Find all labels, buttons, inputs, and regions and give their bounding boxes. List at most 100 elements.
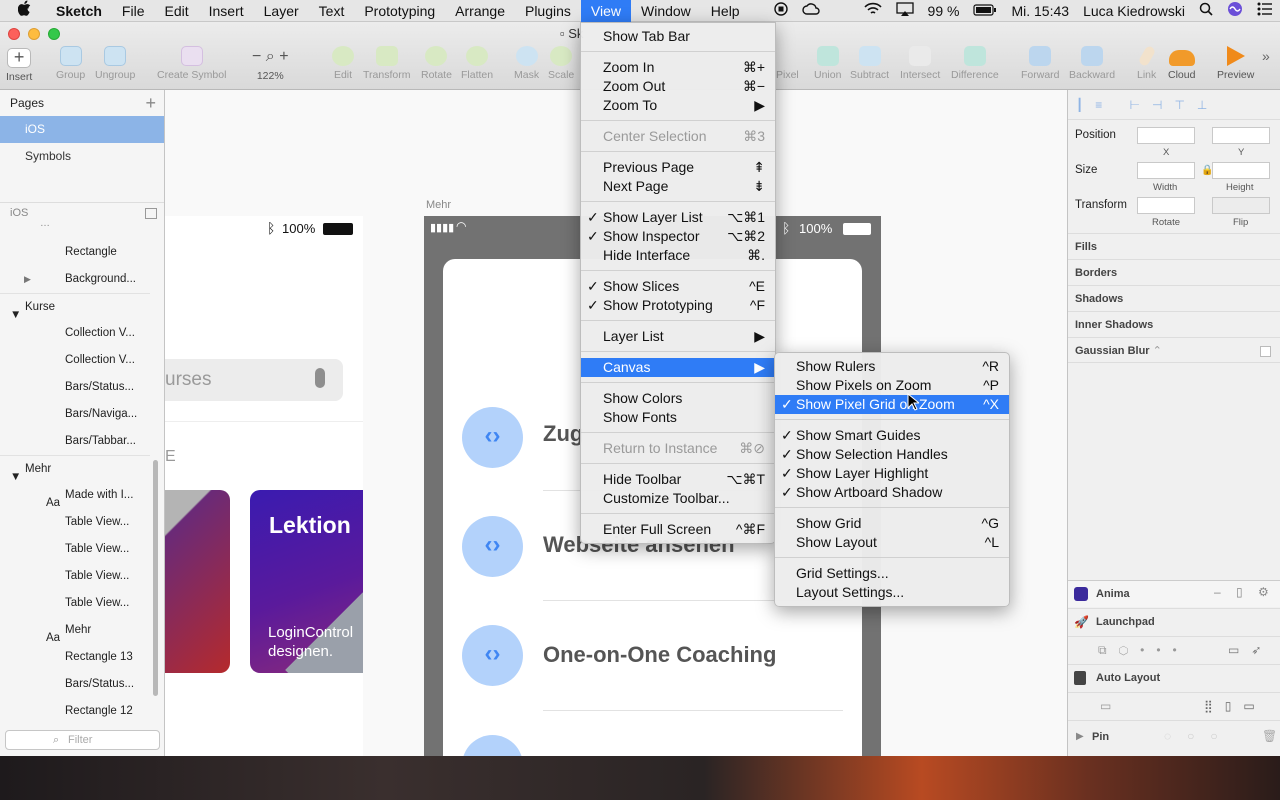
layer-row[interactable]: Rectangle 13: [0, 644, 150, 671]
position-y-field[interactable]: [1212, 127, 1270, 144]
view-menu-item-show-fonts[interactable]: Show Fonts: [581, 408, 775, 427]
view-menu-item-show-slices[interactable]: ✓ Show Slices ^E: [581, 277, 775, 296]
launchpad-tool-icons[interactable]: ⧉⬡•••: [1098, 643, 1189, 658]
disclosure-triangle-icon[interactable]: ▼: [10, 302, 22, 321]
link-button[interactable]: Link: [1137, 44, 1156, 81]
microphone-icon[interactable]: [315, 368, 325, 388]
zoom-control[interactable]: − ⌕ + 122%: [252, 48, 289, 82]
layer-group[interactable]: ▼ Mehr: [0, 455, 150, 483]
layer-row[interactable]: Table View...: [0, 509, 150, 536]
shadows-section[interactable]: Shadows: [1068, 285, 1280, 311]
canvas-menu-item-show-pixels-on-zoom[interactable]: Show Pixels on Zoom ^P: [775, 376, 1009, 395]
view-menu-item-enter-full-screen[interactable]: Enter Full Screen ^⌘F: [581, 520, 775, 539]
view-menu-item-hide-toolbar[interactable]: Hide Toolbar ⌥⌘T: [581, 470, 775, 489]
pin-control-icons[interactable]: ◌○○: [1164, 729, 1234, 743]
subtract-button[interactable]: Subtract: [850, 46, 889, 81]
backward-button[interactable]: Backward: [1069, 46, 1115, 81]
rotate-button[interactable]: Rotate: [421, 46, 452, 81]
gaussian-blur-section[interactable]: Gaussian Blur ⌃: [1068, 337, 1280, 363]
rotate-field[interactable]: [1137, 197, 1195, 214]
canvas-menu-item-show-grid[interactable]: Show Grid ^G: [775, 514, 1009, 533]
layer-row[interactable]: Collection V...: [0, 347, 150, 374]
transform-button[interactable]: Transform: [363, 46, 410, 81]
battery-icon[interactable]: [966, 3, 1004, 19]
view-menu-item-show-layer-list[interactable]: ✓ Show Layer List ⌥⌘1: [581, 208, 775, 227]
height-field[interactable]: [1212, 162, 1270, 179]
canvas-menu-item-show-selection-handles[interactable]: ✓ Show Selection Handles: [775, 445, 1009, 464]
notification-center-icon[interactable]: [1250, 2, 1280, 19]
canvas-menu-item-show-layout[interactable]: Show Layout ^L: [775, 533, 1009, 552]
layer-row[interactable]: Aa Made with I...: [0, 482, 150, 509]
intersect-button[interactable]: Intersect: [900, 46, 940, 81]
layer-row[interactable]: Table View...: [0, 536, 150, 563]
blur-type-chevron-icon[interactable]: ⌃: [1153, 345, 1162, 357]
gaussian-blur-checkbox[interactable]: [1260, 346, 1271, 357]
close-window-button[interactable]: [8, 28, 20, 40]
wifi-icon[interactable]: [857, 2, 889, 19]
course-card-1[interactable]: [165, 490, 230, 673]
view-menu-item-zoom-in[interactable]: Zoom In ⌘+: [581, 58, 775, 77]
layer-row[interactable]: Bars/Status...: [0, 374, 150, 401]
view-menu-item-next-page[interactable]: Next Page ⇟: [581, 177, 775, 196]
view-menu-item-previous-page[interactable]: Previous Page ⇞: [581, 158, 775, 177]
view-menu-item-layer-list[interactable]: Layer List ▶: [581, 327, 775, 346]
disclosure-triangle-icon[interactable]: ▼: [10, 464, 22, 483]
artboard-name-mehr[interactable]: Mehr: [426, 199, 451, 211]
fills-section[interactable]: Fills: [1068, 233, 1280, 259]
width-field[interactable]: [1137, 162, 1195, 179]
anima-settings-gear-icon[interactable]: ⚙: [1258, 585, 1269, 599]
page-item-ios[interactable]: iOS: [0, 116, 164, 143]
forward-button[interactable]: Forward: [1021, 46, 1060, 81]
artboard-kurse[interactable]: ᛒ 100% urses E Lektion LoginControl desi…: [165, 216, 363, 756]
borders-section[interactable]: Borders: [1068, 259, 1280, 285]
group-button[interactable]: Group: [56, 46, 85, 81]
view-menu-item-canvas[interactable]: Canvas ▶: [581, 358, 775, 377]
layer-row[interactable]: Rectangle: [0, 239, 150, 266]
scale-button[interactable]: Scale: [548, 46, 574, 81]
layer-row[interactable]: Collection V...: [0, 320, 150, 347]
menu-text[interactable]: Text: [309, 0, 355, 22]
pin-disclosure-icon[interactable]: ▶: [1076, 731, 1084, 742]
union-button[interactable]: Union: [814, 46, 841, 81]
flatten-button[interactable]: Flatten: [461, 46, 493, 81]
canvas-menu-item-show-rulers[interactable]: Show Rulers ^R: [775, 357, 1009, 376]
menu-file[interactable]: File: [112, 0, 155, 22]
pin-trash-icon[interactable]: 🗑: [1262, 729, 1277, 743]
align-icons[interactable]: ┃≡ ⊢⊣⊤⊥: [1076, 98, 1219, 112]
menu-arrange[interactable]: Arrange: [445, 0, 515, 22]
canvas-menu-item-show-layer-highlight[interactable]: ✓ Show Layer Highlight: [775, 464, 1009, 483]
apple-menu-icon[interactable]: [0, 0, 46, 22]
layer-row[interactable]: ▶ Background...: [0, 266, 150, 293]
folder-disclosure-icon[interactable]: ▶: [24, 266, 36, 284]
user-name[interactable]: Luca Kiedrowski: [1076, 3, 1192, 19]
pixel-button[interactable]: Pixel: [776, 46, 799, 81]
record-icon[interactable]: [767, 2, 795, 19]
anima-panel-icon[interactable]: ▯: [1236, 585, 1243, 599]
menu-help[interactable]: Help: [701, 0, 750, 22]
zoom-window-button[interactable]: [48, 28, 60, 40]
minimize-window-button[interactable]: [28, 28, 40, 40]
page-item-symbols[interactable]: Symbols: [0, 143, 164, 170]
anima-minimize-icon[interactable]: –: [1214, 585, 1221, 599]
menu-plugins[interactable]: Plugins: [515, 0, 581, 22]
menu-app-name[interactable]: Sketch: [46, 0, 112, 22]
layer-row[interactable]: Bars/Status...: [0, 671, 150, 698]
clock[interactable]: Mi. 15:43: [1004, 3, 1076, 19]
add-page-icon[interactable]: +: [145, 90, 156, 116]
edit-button[interactable]: Edit: [332, 46, 354, 81]
canvas-menu-item-show-artboard-shadow[interactable]: ✓ Show Artboard Shadow: [775, 483, 1009, 502]
view-menu-item-show-colors[interactable]: Show Colors: [581, 389, 775, 408]
difference-button[interactable]: Difference: [951, 46, 999, 81]
zoom-out-icon[interactable]: −: [252, 48, 261, 65]
inner-shadows-section[interactable]: Inner Shadows: [1068, 311, 1280, 337]
canvas-menu-item-layout-settings[interactable]: Layout Settings...: [775, 583, 1009, 602]
launchpad-action-icons[interactable]: ▭➶: [1228, 643, 1273, 657]
layer-row[interactable]: Bars/Naviga...: [0, 401, 150, 428]
course-card-2[interactable]: Lektion LoginControl designen.: [250, 490, 363, 673]
layer-row[interactable]: Aa Mehr: [0, 617, 150, 644]
menu-layer[interactable]: Layer: [254, 0, 309, 22]
layer-row[interactable]: Table View...: [0, 563, 150, 590]
view-menu-item-hide-interface[interactable]: Hide Interface ⌘.: [581, 246, 775, 265]
layer-group[interactable]: ▼ Kurse: [0, 293, 150, 321]
view-menu-item-customize-toolbar[interactable]: Customize Toolbar...: [581, 489, 775, 508]
